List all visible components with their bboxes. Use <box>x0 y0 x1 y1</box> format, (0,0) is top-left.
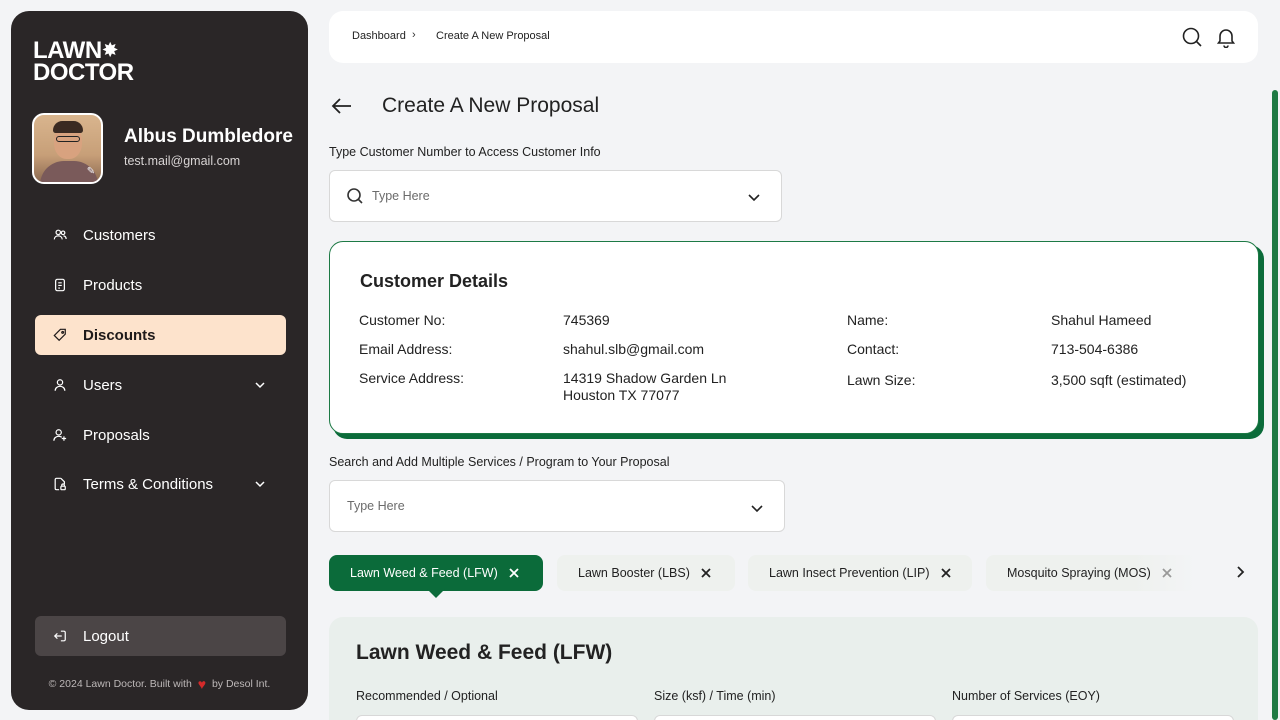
sidebar-item-label: Terms & Conditions <box>83 475 214 493</box>
active-tab-pointer <box>427 589 445 598</box>
sidebar-footer: © 2024 Lawn Doctor. Built with ♥ by Deso… <box>11 676 308 692</box>
sidebar-item-customers[interactable]: Customers <box>35 215 286 255</box>
document-icon <box>53 278 67 292</box>
chevron-down-icon[interactable] <box>254 378 266 390</box>
tab-lawn-weed-feed[interactable]: Lawn Weed & Feed (LFW) <box>329 555 543 591</box>
page-title: Create A New Proposal <box>382 94 600 117</box>
recommended-optional-label: Recommended / Optional <box>356 689 498 703</box>
service-address-label: Service Address: <box>359 370 465 386</box>
email-label: Email Address: <box>359 341 453 357</box>
user-email: test.mail@gmail.com <box>124 154 241 168</box>
tab-lawn-booster[interactable]: Lawn Booster (LBS) <box>557 555 735 591</box>
size-time-field[interactable] <box>654 715 936 720</box>
close-icon[interactable] <box>940 567 952 579</box>
logout-button[interactable]: Logout <box>35 616 286 656</box>
search-icon[interactable] <box>1181 26 1203 48</box>
customer-search-label: Type Customer Number to Access Customer … <box>329 145 601 159</box>
logo-sun-icon: ✸ <box>102 40 118 60</box>
size-time-label: Size (ksf) / Time (min) <box>654 689 776 703</box>
name-label: Name: <box>847 312 889 328</box>
footer-suffix: by Desol Int. <box>211 678 271 690</box>
customer-search-input[interactable]: Type Here <box>329 170 782 222</box>
footer-prefix: © 2024 Lawn Doctor. Built with <box>48 678 192 690</box>
tab-label: Lawn Insect Prevention (LIP) <box>769 566 930 580</box>
avatar[interactable]: ✎ <box>32 113 103 184</box>
chevron-down-icon[interactable] <box>750 501 764 515</box>
service-search-placeholder: Type Here <box>347 499 405 513</box>
chevron-right-icon[interactable] <box>1233 565 1247 579</box>
tag-icon <box>53 328 67 342</box>
lawn-doctor-logo[interactable]: LAWN✸ DOCTOR <box>33 39 134 86</box>
logout-label: Logout <box>83 627 129 645</box>
lawn-size-value: 3,500 sqft (estimated) <box>1051 372 1187 388</box>
chevron-down-icon[interactable] <box>254 477 266 489</box>
sidebar: LAWN✸ DOCTOR ✎ Albus Dumbledore test.mai… <box>11 11 308 710</box>
close-icon[interactable] <box>700 567 712 579</box>
tab-mosquito-spraying[interactable]: Mosquito Spraying (MOS) <box>986 555 1196 591</box>
service-panel: Lawn Weed & Feed (LFW) Recommended / Opt… <box>329 617 1258 720</box>
logout-icon <box>53 629 67 643</box>
contact-value: 713-504-6386 <box>1051 341 1139 357</box>
email-value: shahul.slb@gmail.com <box>563 341 705 357</box>
user-icon <box>53 378 67 392</box>
back-arrow-icon[interactable] <box>330 94 354 118</box>
sidebar-item-label: Proposals <box>83 426 150 444</box>
service-panel-title: Lawn Weed & Feed (LFW) <box>356 641 613 664</box>
sidebar-item-proposals[interactable]: Proposals <box>35 415 286 455</box>
contact-label: Contact: <box>847 341 900 357</box>
breadcrumb-dashboard[interactable]: Dashboard <box>352 30 406 42</box>
close-icon[interactable] <box>508 567 520 579</box>
logo-line2: DOCTOR <box>33 59 134 86</box>
sidebar-item-terms[interactable]: Terms & Conditions <box>35 464 286 504</box>
edit-pencil-icon[interactable]: ✎ <box>84 165 98 179</box>
avatar-hair <box>53 121 83 133</box>
tab-label: Lawn Weed & Feed (LFW) <box>350 566 498 580</box>
sidebar-item-label: Users <box>83 376 123 394</box>
sidebar-item-label: Products <box>83 276 143 294</box>
number-of-services-label: Number of Services (EOY) <box>952 689 1100 703</box>
customer-details-title: Customer Details <box>360 271 509 291</box>
customer-search-placeholder: Type Here <box>372 189 430 203</box>
sidebar-item-label: Customers <box>83 226 156 244</box>
tab-label: Mosquito Spraying (MOS) <box>1007 566 1151 580</box>
service-address-line1: 14319 Shadow Garden Ln <box>563 370 727 386</box>
name-value: Shahul Hameed <box>1051 312 1152 328</box>
file-lock-icon <box>53 477 67 491</box>
sidebar-item-discounts[interactable]: Discounts <box>35 315 286 355</box>
avatar-glasses <box>56 136 80 142</box>
sidebar-item-users[interactable]: Users <box>35 365 286 405</box>
service-search-label: Search and Add Multiple Services / Progr… <box>329 455 670 469</box>
chevron-down-icon[interactable] <box>747 190 761 204</box>
heart-icon: ♥ <box>197 676 207 692</box>
user-name: Albus Dumbledore <box>124 126 293 147</box>
service-search-input[interactable]: Type Here <box>329 480 785 532</box>
tab-label: Lawn Booster (LBS) <box>578 566 690 580</box>
users-icon <box>53 228 67 242</box>
customer-no-value: 745369 <box>563 312 610 328</box>
service-address-line2: Houston TX 77077 <box>563 387 680 403</box>
customer-no-label: Customer No: <box>359 312 446 328</box>
recommended-optional-field[interactable] <box>356 715 638 720</box>
close-icon[interactable] <box>1161 567 1173 579</box>
user-plus-icon <box>53 428 67 442</box>
sidebar-item-label: Discounts <box>83 326 156 344</box>
lawn-size-label: Lawn Size: <box>847 372 916 388</box>
scrollbar[interactable] <box>1272 90 1278 720</box>
search-icon <box>346 187 364 205</box>
tab-lawn-insect-prevention[interactable]: Lawn Insect Prevention (LIP) <box>748 555 972 591</box>
breadcrumb-separator-icon: › <box>412 29 416 41</box>
number-of-services-field[interactable] <box>952 715 1234 720</box>
breadcrumb-current: Create A New Proposal <box>436 30 550 42</box>
customer-details-card: Customer Details Customer No: 745369 Ema… <box>329 241 1259 434</box>
bell-icon[interactable] <box>1215 26 1237 49</box>
sidebar-item-products[interactable]: Products <box>35 265 286 305</box>
top-bar: Dashboard › Create A New Proposal <box>329 11 1258 63</box>
